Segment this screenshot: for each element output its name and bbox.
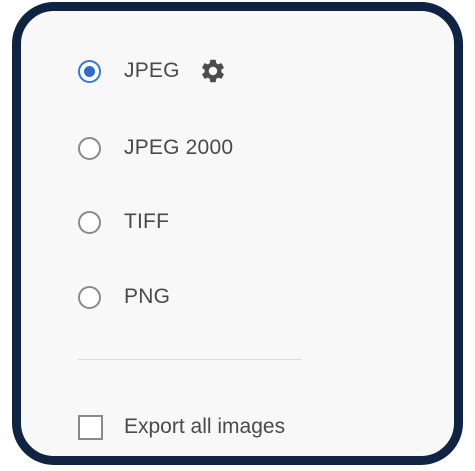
radio-png[interactable] [78,285,101,309]
export-all-images-checkbox[interactable] [78,414,103,440]
format-label-tiff: TIFF [124,210,170,233]
export-all-images-label: Export all images [124,415,286,438]
radio-jpeg-2000[interactable] [78,136,101,160]
radio-tiff[interactable] [78,210,101,234]
format-option-tiff[interactable]: TIFF [78,206,169,238]
format-label-jpeg-2000: JPEG 2000 [124,136,234,159]
format-option-jpeg-2000[interactable]: JPEG 2000 [78,132,233,164]
divider [78,359,302,360]
format-option-png[interactable]: PNG [78,281,170,313]
export-all-images-option[interactable]: Export all images [78,411,285,443]
radio-jpeg[interactable] [78,59,101,83]
format-label-png: PNG [124,285,171,308]
gear-icon[interactable] [198,56,228,86]
format-label-jpeg: JPEG [124,59,180,82]
format-option-jpeg[interactable]: JPEG [78,55,228,87]
